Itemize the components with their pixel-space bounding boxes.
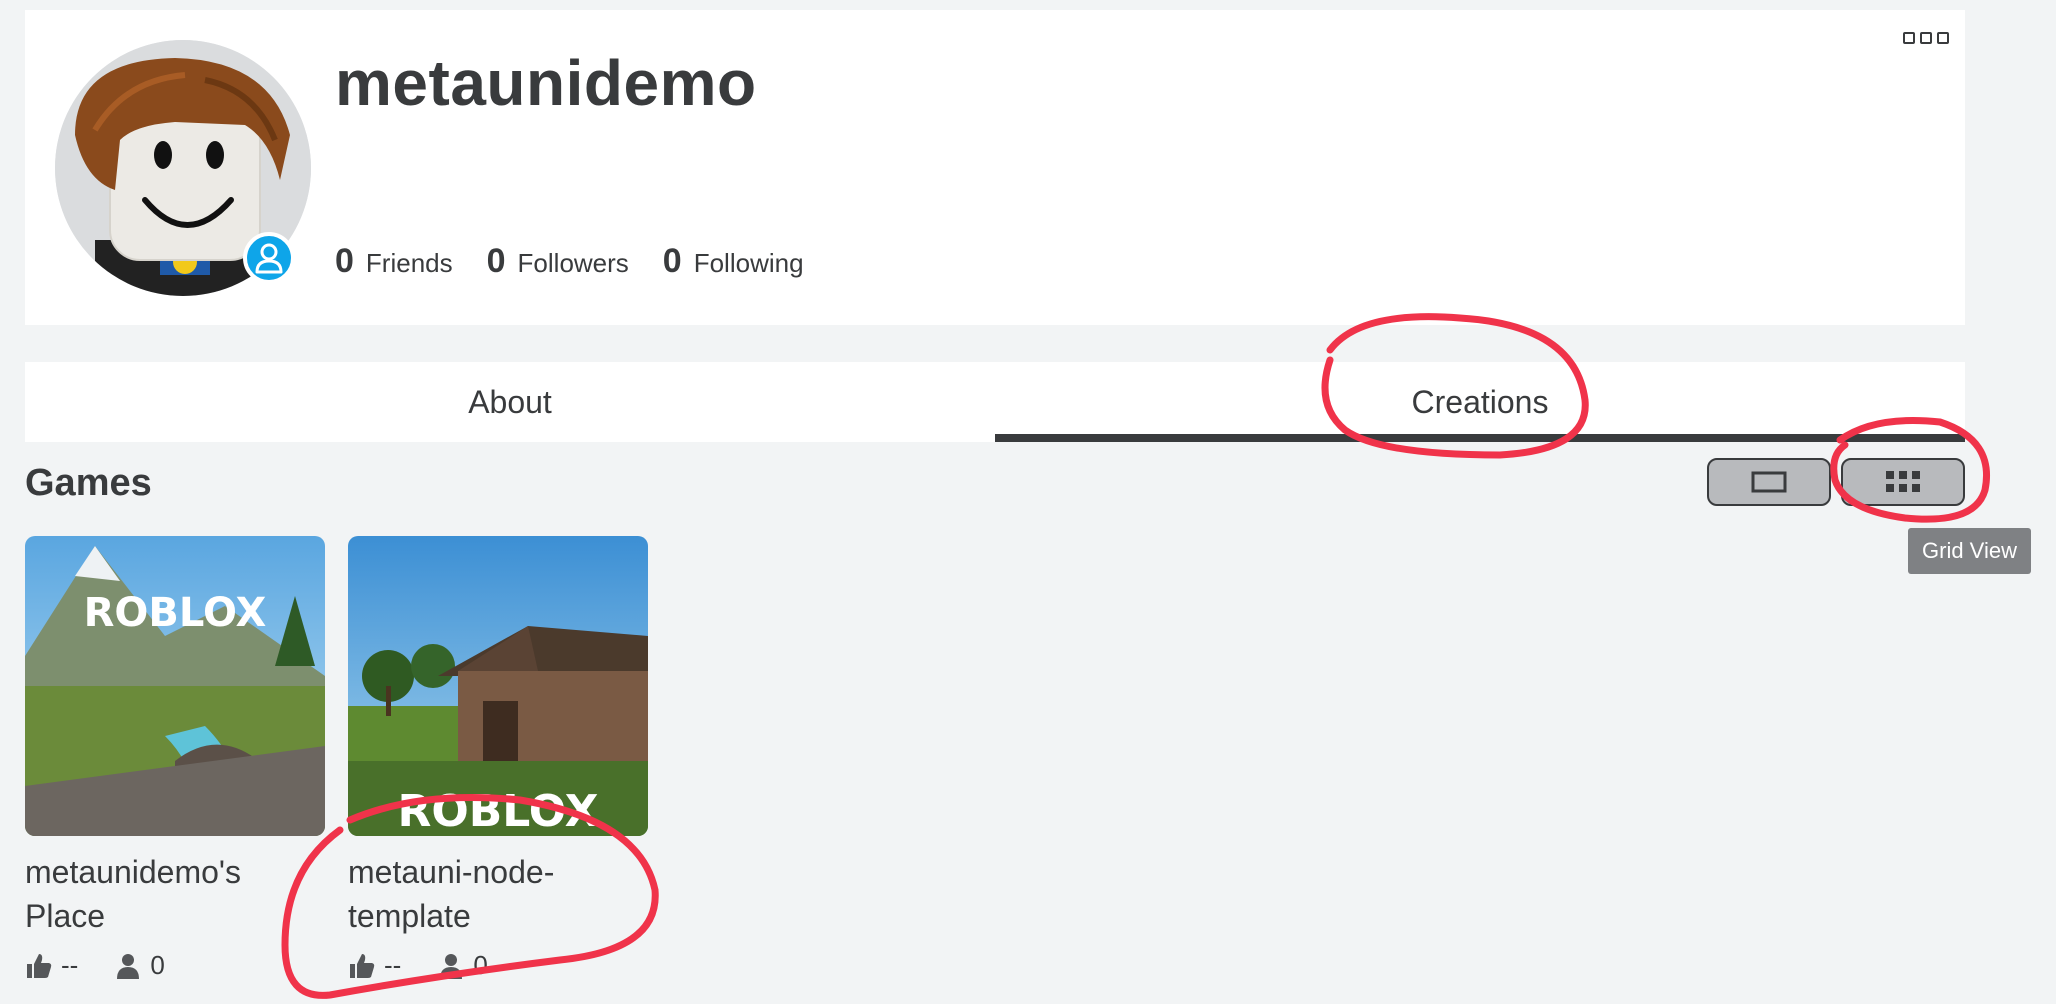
followers-label: Followers — [517, 248, 629, 278]
game-thumbnail[interactable]: ROBLOX — [348, 536, 648, 836]
profile-header-card: metaunidemo 0 Friends 0 Followers 0 Foll… — [25, 10, 1965, 325]
game-card[interactable]: ROBLOX metauni-node-template -- 0 — [348, 536, 648, 981]
game-likes: -- — [61, 950, 79, 980]
game-title[interactable]: metaunidemo's Place — [25, 850, 325, 938]
tab-creations[interactable]: Creations — [995, 362, 1965, 442]
grid-view-button[interactable] — [1841, 458, 1965, 506]
profile-stats: 0 Friends 0 Followers 0 Following — [335, 242, 804, 281]
game-stats: -- 0 — [348, 950, 648, 981]
following-count: 0 — [662, 242, 682, 280]
followers-stat[interactable]: 0 Followers — [487, 242, 629, 281]
following-stat[interactable]: 0 Following — [663, 242, 804, 281]
grid-view-tooltip: Grid View — [1908, 528, 2031, 574]
game-player-count: 0 — [473, 950, 488, 980]
player-count-icon — [117, 953, 140, 979]
friends-stat[interactable]: 0 Friends — [335, 242, 453, 281]
games-section-title: Games — [25, 462, 152, 504]
following-label: Following — [693, 248, 804, 278]
followers-count: 0 — [486, 242, 506, 280]
slide-view-button[interactable] — [1707, 458, 1831, 506]
thumbs-up-icon — [27, 953, 52, 978]
grid-view-icon — [1886, 471, 1920, 492]
game-likes: -- — [384, 950, 402, 980]
game-card[interactable]: ROBLOX metaunidemo's Place -- 0 — [25, 536, 325, 981]
game-title[interactable]: metauni-node-template — [348, 850, 648, 938]
game-thumbnail[interactable]: ROBLOX — [25, 536, 325, 836]
friends-label: Friends — [365, 248, 453, 278]
tab-about[interactable]: About — [25, 362, 995, 442]
player-count-icon — [440, 953, 463, 979]
game-stats: -- 0 — [25, 950, 325, 981]
online-status-icon — [243, 232, 295, 284]
friends-count: 0 — [335, 242, 354, 280]
thumbs-up-icon — [350, 953, 375, 978]
slide-view-icon — [1751, 471, 1787, 493]
profile-username: metaunidemo — [335, 47, 757, 119]
thumbnail-logo-text: ROBLOX — [397, 786, 598, 836]
thumbnail-logo-text: ROBLOX — [84, 590, 267, 636]
more-options-icon[interactable] — [1903, 32, 1949, 44]
profile-tabs: About Creations — [25, 362, 1965, 442]
game-player-count: 0 — [150, 950, 165, 980]
